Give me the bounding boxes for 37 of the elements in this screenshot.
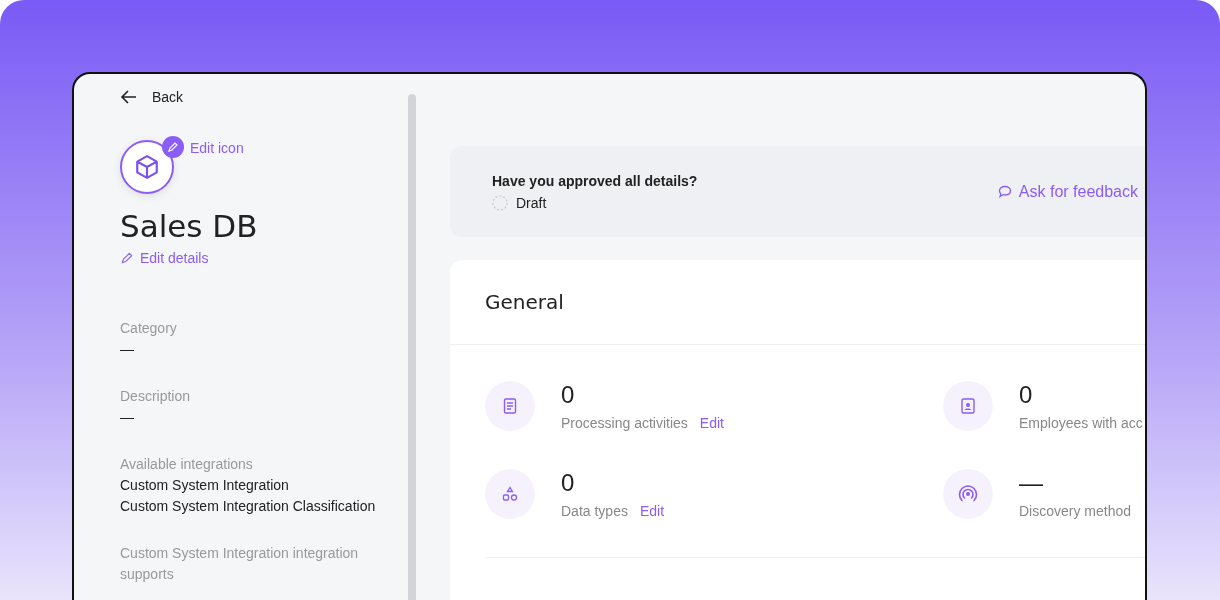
system-name: Sales DB — [120, 208, 259, 244]
speech-bubble-icon — [996, 183, 1013, 200]
stat-value: 0 — [1019, 381, 1034, 409]
approval-question: Have you approved all details? — [492, 172, 698, 189]
stat-icon — [485, 381, 535, 431]
edit-details-link[interactable]: Edit details — [120, 250, 209, 266]
field-value: Custom System Integration Classification — [120, 497, 377, 516]
field-label: Category — [120, 319, 178, 338]
pencil-icon — [120, 251, 134, 265]
stat-label: Data types — [561, 503, 628, 519]
card-title: General — [450, 260, 1145, 345]
field-label: Description — [120, 387, 192, 406]
stat-value: 0 — [561, 381, 576, 409]
field-label: Available integrations — [120, 455, 254, 474]
field-value: Custom System Integration — [120, 476, 290, 495]
stat-icon — [943, 381, 993, 431]
stat-value: — — [1019, 469, 1044, 497]
field-value: — — [120, 408, 135, 427]
field-value: — — [120, 340, 135, 359]
field-label: Custom System Integration integration supports — [120, 544, 360, 584]
scrollbar[interactable] — [408, 94, 416, 600]
draft-status-icon — [492, 194, 508, 211]
pencil-icon[interactable] — [162, 136, 184, 158]
edit-icon-link[interactable]: Edit icon — [190, 140, 244, 156]
status-label: Draft — [516, 194, 547, 211]
edit-link[interactable]: Edit — [639, 503, 665, 519]
stat-icon — [485, 469, 535, 519]
ask-feedback-link[interactable]: Ask for feedback — [996, 182, 1138, 201]
cube-icon — [134, 154, 160, 180]
arrow-left-icon — [120, 88, 138, 106]
stat-icon — [943, 469, 993, 519]
edit-link[interactable]: Edit — [699, 415, 724, 431]
stat-label: Processing activities — [561, 415, 688, 431]
stat-value: 0 — [561, 469, 576, 497]
back-button[interactable]: Back — [120, 88, 184, 106]
stat-label: Discovery method — [1019, 503, 1132, 519]
stat-label: Employees with acc — [1019, 415, 1143, 431]
